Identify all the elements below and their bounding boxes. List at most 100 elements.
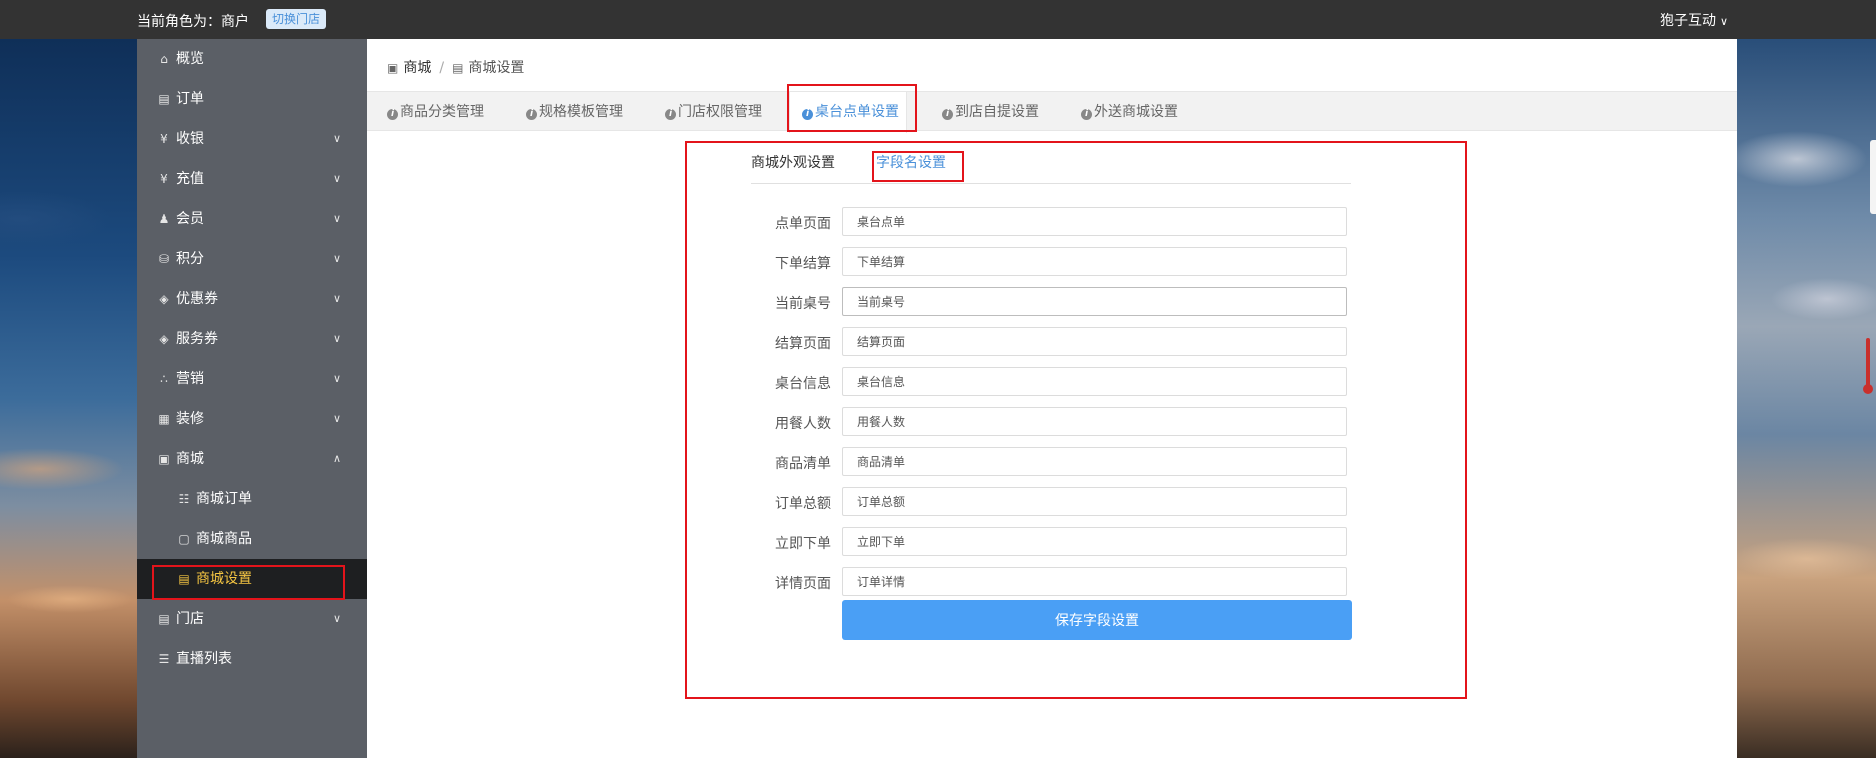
field-label: 立即下单 (775, 536, 831, 552)
field-row: 结算页面 (751, 327, 1351, 357)
tab-self-pickup-settings[interactable]: i 到店自提设置 (942, 92, 1039, 132)
sidebar-item-orders[interactable]: ▤ 订单 (137, 79, 367, 119)
sidebar-item-mall[interactable]: ▣ 商城 ∧ (137, 439, 367, 479)
field-label: 详情页面 (775, 576, 831, 592)
user-menu[interactable]: 狍子互动 ∨ (1660, 10, 1728, 30)
sidebar-item-service-coupon[interactable]: ◈ 服务券 ∨ (137, 319, 367, 359)
tab-delivery-mall-settings[interactable]: i 外送商城设置 (1081, 92, 1178, 132)
sub-tabs: 商城外观设置 字段名设置 (751, 152, 1351, 184)
field-input[interactable] (842, 247, 1347, 276)
field-input[interactable] (842, 287, 1347, 316)
field-input[interactable] (842, 327, 1347, 356)
sidebar-item-label: 服务券 (176, 331, 218, 347)
current-role-text: 当前角色为：商户 (137, 14, 249, 30)
settings-tabs: i 商品分类管理 i 规格模板管理 i 门店权限管理 i 桌台点单设置 i 到店自提设置 … (367, 91, 1737, 133)
goods-icon: ▢ (178, 532, 190, 546)
thermometer-icon (1863, 338, 1873, 394)
tab-spec-template-management[interactable]: i 规格模板管理 (526, 92, 623, 132)
breadcrumb-root[interactable]: 商城 (403, 60, 431, 76)
sidebar-item-overview[interactable]: ⌂ 概览 (137, 39, 367, 79)
field-row: 下单结算 (751, 247, 1351, 277)
sidebar-item-coupon[interactable]: ◈ 优惠券 ∨ (137, 279, 367, 319)
main-content: ▣ 商城 / ▤ 商城设置 i 商品分类管理 i 规格模板管理 i 门店权限管理 i 桌台点单设… (367, 39, 1737, 758)
field-row: 商品清单 (751, 447, 1351, 477)
field-input[interactable] (842, 447, 1347, 476)
sidebar-item-label: 充值 (176, 171, 204, 187)
coupon-icon: ◈ (159, 292, 169, 306)
user-name: 狍子互动 (1660, 13, 1716, 29)
field-label: 点单页面 (775, 216, 831, 232)
switch-store-button[interactable]: 切换门店 (266, 9, 327, 29)
chevron-down-icon: ∨ (332, 412, 341, 425)
sidebar-item-points[interactable]: ⛁ 积分 ∨ (137, 239, 367, 279)
sidebar-item-store[interactable]: ▤ 门店 ∨ (137, 599, 367, 639)
field-row: 详情页面 (751, 567, 1351, 597)
chevron-down-icon: ∨ (332, 372, 341, 385)
sidebar: ⌂ 概览 ▤ 订单 ¥ 收银 ∨ ¥ 充值 ∨ ♟ 会员 ∨ ⛁ 积分 ∨ ◈ … (137, 39, 367, 758)
field-label: 用餐人数 (775, 416, 831, 432)
field-input[interactable] (842, 367, 1347, 396)
info-icon: i (802, 109, 813, 120)
background-scenery-right (1737, 39, 1876, 758)
info-icon: i (942, 109, 953, 120)
chevron-down-icon: ∨ (1720, 15, 1729, 28)
info-icon: i (1081, 109, 1092, 120)
cashier-icon: ¥ (160, 132, 168, 146)
sidebar-item-member[interactable]: ♟ 会员 ∨ (137, 199, 367, 239)
sidebar-item-live-list[interactable]: ☰ 直播列表 (137, 639, 367, 679)
breadcrumb-current: 商城设置 (468, 60, 525, 76)
save-field-settings-button[interactable]: 保存字段设置 (842, 600, 1352, 640)
subtab-appearance[interactable]: 商城外观设置 (751, 152, 835, 172)
sidebar-item-label: 订单 (176, 91, 204, 107)
info-icon: i (526, 109, 537, 120)
field-input[interactable] (842, 567, 1347, 596)
live-list-icon: ☰ (158, 652, 170, 666)
sidebar-item-label: 商城订单 (196, 491, 252, 507)
sidebar-item-mall-goods[interactable]: ▢ 商城商品 (137, 519, 367, 559)
field-input[interactable] (842, 527, 1347, 556)
sidebar-item-mall-orders[interactable]: ☷ 商城订单 (137, 479, 367, 519)
member-icon: ♟ (158, 212, 170, 226)
sidebar-item-label: 积分 (176, 251, 204, 267)
breadcrumb-separator: / (439, 60, 445, 76)
store-settings-icon: ▤ (178, 572, 190, 586)
tab-label: 桌台点单设置 (815, 104, 899, 120)
info-icon: i (665, 109, 676, 120)
side-scroll-tab[interactable] (1870, 140, 1876, 214)
background-scenery-left (0, 39, 137, 758)
chevron-down-icon: ∨ (332, 252, 341, 265)
tab-category-management[interactable]: i 商品分类管理 (387, 92, 484, 132)
sidebar-item-cashier[interactable]: ¥ 收银 ∨ (137, 119, 367, 159)
store-icon: ▤ (452, 61, 464, 75)
field-input[interactable] (842, 487, 1347, 516)
cart-icon: ☷ (178, 492, 190, 506)
tab-label: 商品分类管理 (400, 104, 484, 120)
top-bar: 当前角色为：商户 切换门店 狍子互动 ∨ (0, 0, 1876, 39)
tab-store-permission-management[interactable]: i 门店权限管理 (665, 92, 762, 132)
recharge-icon: ¥ (160, 172, 168, 186)
tab-label: 规格模板管理 (539, 104, 623, 120)
sidebar-item-mall-settings[interactable]: ▤ 商城设置 (137, 559, 367, 599)
chevron-up-icon: ∧ (332, 452, 341, 465)
mall-icon: ▣ (387, 61, 399, 75)
field-row: 订单总额 (751, 487, 1351, 517)
tab-label: 门店权限管理 (678, 104, 762, 120)
field-input[interactable] (842, 207, 1347, 236)
sidebar-item-recharge[interactable]: ¥ 充值 ∨ (137, 159, 367, 199)
sidebar-item-decoration[interactable]: ▦ 装修 ∨ (137, 399, 367, 439)
field-row: 立即下单 (751, 527, 1351, 557)
sidebar-item-label: 概览 (176, 51, 204, 67)
sidebar-item-marketing[interactable]: ∴ 营销 ∨ (137, 359, 367, 399)
sidebar-item-label: 商城设置 (196, 571, 252, 587)
marketing-icon: ∴ (160, 372, 168, 386)
subtab-field-names[interactable]: 字段名设置 (876, 152, 946, 172)
info-icon: i (387, 109, 398, 120)
field-label: 商品清单 (775, 456, 831, 472)
field-input[interactable] (842, 407, 1347, 436)
sidebar-item-label: 商城商品 (196, 531, 252, 547)
chevron-down-icon: ∨ (332, 132, 341, 145)
tab-label: 外送商城设置 (1094, 104, 1178, 120)
chevron-down-icon: ∨ (332, 292, 341, 305)
field-row: 点单页面 (751, 207, 1351, 237)
tab-table-order-settings[interactable]: i 桌台点单设置 (789, 92, 907, 133)
